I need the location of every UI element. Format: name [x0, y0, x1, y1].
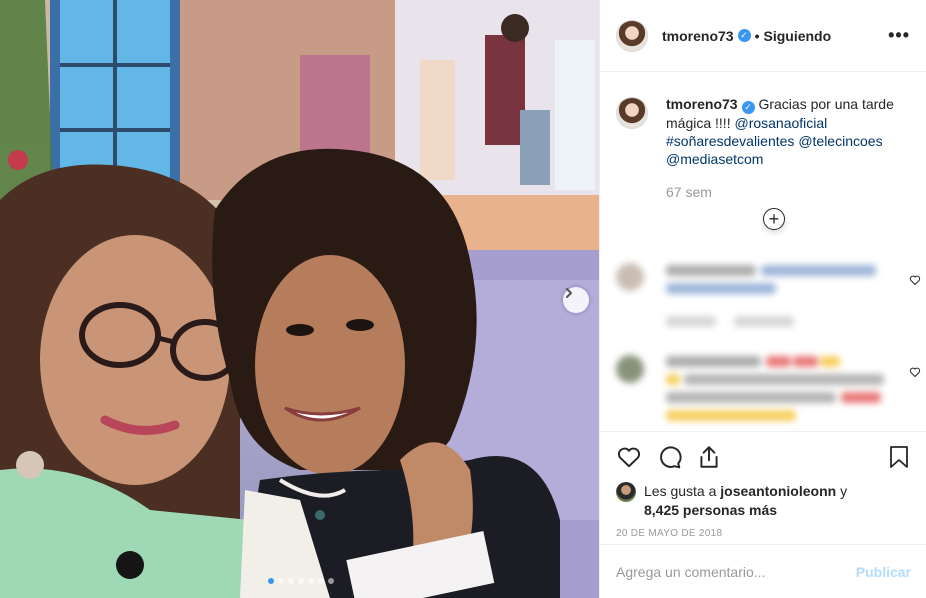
comment-icon[interactable] — [656, 444, 682, 470]
likes-count-link[interactable]: 8,425 personas más — [644, 502, 777, 518]
comments-section[interactable]: tmoreno73 ✓ Gracias por una tarde mágica … — [600, 73, 926, 431]
hashtag-link[interactable]: #soñaresdevalientes — [666, 133, 794, 149]
follow-status-button[interactable]: Siguiendo — [763, 28, 831, 44]
blurred-comment-text — [666, 356, 891, 431]
caption-body: tmoreno73 ✓ Gracias por una tarde mágica … — [666, 95, 906, 201]
load-more-comments-button[interactable]: + — [763, 208, 785, 230]
post-date[interactable]: 20 DE MAYO DE 2018 — [616, 528, 911, 539]
carousel-dot — [328, 578, 334, 584]
post-actions: Les gusta a joseantonioleonn y 8,425 per… — [600, 431, 926, 539]
mention-link[interactable]: @rosanaoficial — [734, 115, 827, 131]
post-header: tmoreno73 ✓ • Siguiendo ••• — [600, 0, 926, 72]
post-side-panel: tmoreno73 ✓ • Siguiendo ••• tmoreno73 ✓ G… — [599, 0, 926, 598]
avatar[interactable] — [616, 482, 636, 502]
avatar — [616, 355, 644, 383]
post-age[interactable]: 67 sem — [666, 183, 906, 201]
carousel-dot — [318, 578, 324, 584]
comment-input[interactable] — [616, 563, 856, 580]
avatar[interactable] — [616, 19, 648, 52]
photo-illustration — [0, 0, 599, 598]
verified-badge-icon: ✓ — [737, 29, 751, 42]
liker-username[interactable]: joseantonioleonn — [720, 483, 836, 499]
post-username[interactable]: tmoreno73 — [662, 28, 734, 44]
likes-connector: y — [840, 483, 848, 499]
plus-circle-icon: + — [768, 209, 780, 229]
bookmark-icon[interactable] — [887, 444, 911, 470]
post-caption: tmoreno73 ✓ Gracias por una tarde mágica … — [600, 73, 926, 201]
blurred-comment-meta — [666, 316, 816, 330]
carousel-dot — [278, 578, 284, 584]
avatar[interactable] — [616, 97, 648, 129]
likes-summary: Les gusta a joseantonioleonn y 8,425 per… — [616, 482, 911, 520]
separator: • — [754, 27, 760, 44]
blurred-comment-text — [666, 265, 881, 305]
carousel-dot — [308, 578, 314, 584]
likes-text: Les gusta a joseantonioleonn y 8,425 per… — [644, 482, 847, 520]
share-icon[interactable] — [696, 444, 722, 470]
add-comment-bar: Publicar — [600, 544, 926, 598]
carousel-dot — [288, 578, 294, 584]
carousel-dot — [298, 578, 304, 584]
heart-icon[interactable] — [909, 366, 921, 378]
publish-button[interactable]: Publicar — [856, 564, 911, 580]
avatar — [616, 263, 644, 291]
carousel-indicator — [268, 578, 334, 584]
post-photo[interactable] — [0, 0, 599, 598]
blurred-comment — [616, 263, 644, 291]
mention-link[interactable]: @mediasetcom — [666, 151, 763, 167]
blurred-comment — [616, 355, 644, 383]
verified-badge-icon: ✓ — [741, 101, 755, 114]
chevron-right-icon — [566, 288, 572, 298]
mention-link[interactable]: @telecincoes — [798, 133, 882, 149]
more-options-icon[interactable]: ••• — [888, 25, 910, 46]
heart-icon[interactable] — [909, 274, 921, 286]
heart-icon[interactable] — [616, 444, 642, 470]
next-slide-button[interactable] — [563, 287, 589, 313]
carousel-dot — [268, 578, 274, 584]
action-icons-row — [616, 442, 911, 472]
caption-username[interactable]: tmoreno73 — [666, 96, 738, 112]
likes-prefix: Les gusta a — [644, 483, 717, 499]
